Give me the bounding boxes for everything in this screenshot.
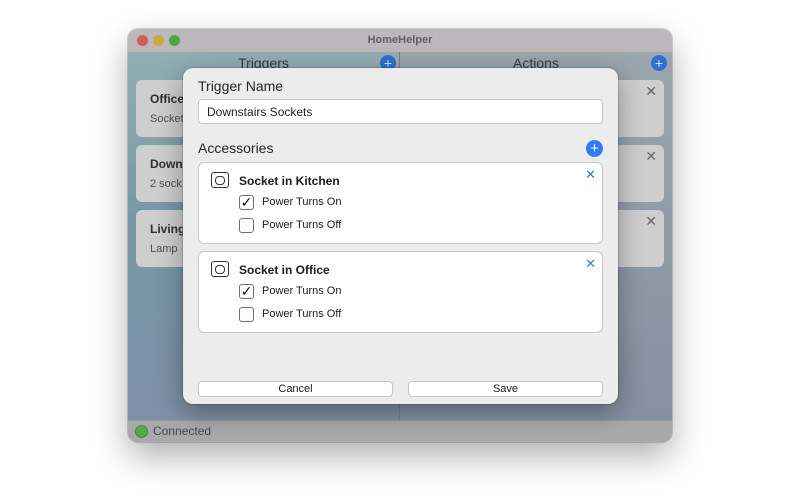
save-button[interactable]: Save xyxy=(408,381,603,397)
power-off-checkbox[interactable] xyxy=(239,218,254,233)
power-socket-icon xyxy=(211,261,229,277)
power-off-checkbox[interactable] xyxy=(239,307,254,322)
accessory-name: Socket in Kitchen xyxy=(239,174,340,188)
power-socket-icon xyxy=(211,172,229,188)
remove-accessory-icon[interactable]: ✕ xyxy=(585,256,596,272)
cancel-button[interactable]: Cancel xyxy=(198,381,393,397)
accessories-label: Accessories xyxy=(198,140,274,156)
remove-accessory-icon[interactable]: ✕ xyxy=(585,167,596,183)
edit-trigger-sheet: Trigger Name Accessories + Socket in Kit… xyxy=(183,68,618,404)
trigger-name-input[interactable] xyxy=(198,99,603,124)
accessory-card: Socket in Kitchen ✕ ✓ Power Turns On Pow… xyxy=(198,162,603,244)
power-on-checkbox[interactable]: ✓ xyxy=(239,195,254,210)
add-accessory-button[interactable]: + xyxy=(586,140,603,157)
option-label: Power Turns Off xyxy=(262,308,342,320)
option-label: Power Turns On xyxy=(262,196,342,208)
accessory-card: Socket in Office ✕ ✓ Power Turns On Powe… xyxy=(198,251,603,333)
option-label: Power Turns Off xyxy=(262,219,342,231)
option-label: Power Turns On xyxy=(262,285,342,297)
trigger-name-label: Trigger Name xyxy=(198,78,284,94)
power-on-checkbox[interactable]: ✓ xyxy=(239,284,254,299)
accessory-name: Socket in Office xyxy=(239,263,330,277)
